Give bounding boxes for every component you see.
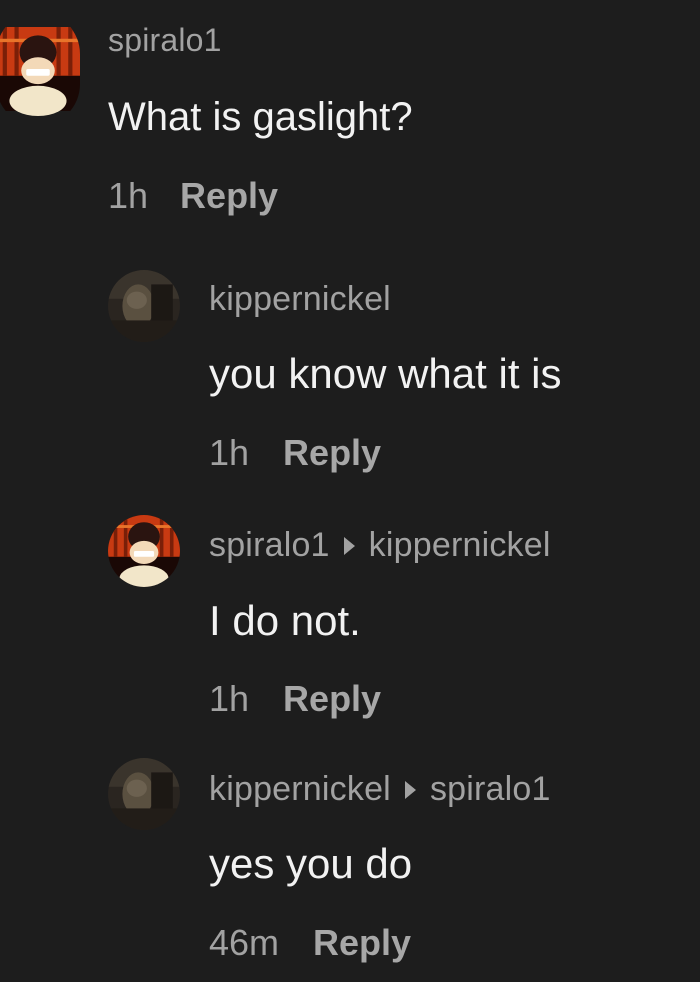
reply-to-username[interactable]: kippernickel (369, 526, 551, 565)
comment-meta: 46m Reply (209, 922, 411, 964)
reply-to-username[interactable]: spiralo1 (430, 770, 551, 809)
comment-text: yes you do (209, 840, 413, 887)
username[interactable]: spiralo1 (108, 22, 222, 59)
comment-text: What is gaslight? (108, 95, 413, 139)
spiralo1-avatar-icon (0, 12, 80, 126)
reply-arrow-icon (343, 536, 355, 555)
comment-text: I do not. (209, 597, 361, 644)
timestamp: 1h (108, 175, 149, 216)
avatar[interactable] (108, 758, 180, 830)
comment-meta: 1h Reply (108, 175, 278, 217)
avatar[interactable] (0, 12, 80, 126)
reply-button[interactable]: Reply (283, 432, 381, 474)
kippernickel-avatar-icon (108, 270, 180, 342)
reply-button[interactable]: Reply (313, 922, 411, 964)
comment-text: you know what it is (209, 350, 562, 397)
spiralo1-avatar-icon (108, 515, 180, 587)
comment-meta: 1h Reply (209, 678, 381, 720)
reply-button[interactable]: Reply (283, 678, 381, 720)
timestamp: 1h (209, 678, 250, 719)
avatar[interactable] (108, 270, 180, 342)
comment-header: kippernickel (209, 280, 391, 319)
username[interactable]: spiralo1 (209, 526, 330, 565)
avatar[interactable] (108, 515, 180, 587)
comment-header: kippernickel spiralo1 (209, 770, 551, 809)
comment-header: spiralo1 (108, 22, 222, 59)
reply-arrow-icon (404, 780, 416, 799)
timestamp: 1h (209, 432, 250, 473)
kippernickel-avatar-icon (108, 758, 180, 830)
comment-header: spiralo1 kippernickel (209, 526, 551, 565)
username[interactable]: kippernickel (209, 770, 391, 809)
timestamp: 46m (209, 922, 280, 963)
comment-meta: 1h Reply (209, 432, 381, 474)
reply-button[interactable]: Reply (180, 175, 278, 217)
username[interactable]: kippernickel (209, 280, 391, 319)
